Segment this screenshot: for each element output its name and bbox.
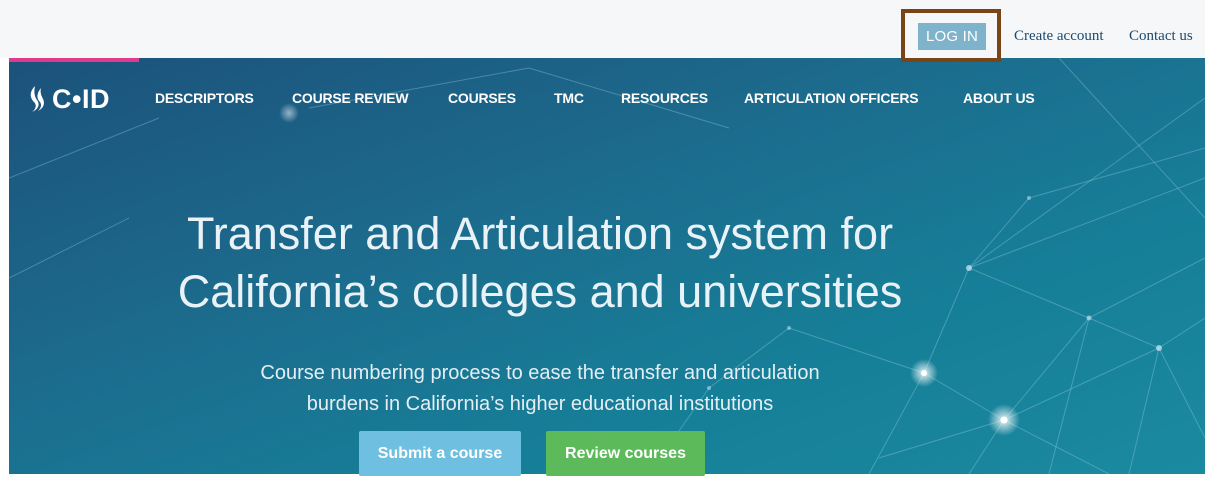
headline-line-1: Transfer and Articulation system for (186, 208, 894, 260)
headline-line-2: California’s colleges and universities (177, 266, 903, 318)
utility-bar: LOG IN Create account Contact us (0, 0, 1205, 62)
nav-articulation-officers[interactable]: ARTICULATION OFFICERS (744, 90, 919, 106)
nav-courses[interactable]: COURSES (448, 90, 516, 106)
logo-text: C•ID (52, 83, 110, 114)
nav-tmc[interactable]: TMC (554, 90, 584, 106)
flame-icon (30, 86, 44, 112)
subhead-line-2: burdens in California’s higher education… (306, 393, 774, 415)
login-button[interactable]: LOG IN (918, 23, 986, 50)
review-courses-button[interactable]: Review courses (546, 431, 705, 476)
hero-subheading: Course numbering process to ease the tra… (160, 358, 920, 420)
nav-resources[interactable]: RESOURCES (621, 90, 708, 106)
hero-headline: Transfer and Articulation system for Cal… (110, 205, 970, 321)
cid-logo[interactable]: C•ID (26, 84, 110, 114)
page: LOG IN Create account Contact us C•ID DE… (0, 0, 1205, 490)
nav-course-review[interactable]: COURSE REVIEW (292, 90, 409, 106)
active-accent-bar (9, 58, 139, 62)
subhead-line-1: Course numbering process to ease the tra… (260, 362, 820, 384)
submit-course-button[interactable]: Submit a course (359, 431, 521, 476)
nav-about-us[interactable]: ABOUT US (963, 90, 1035, 106)
contact-us-link[interactable]: Contact us (1129, 26, 1193, 46)
nav-descriptors[interactable]: DESCRIPTORS (155, 90, 254, 106)
create-account-link[interactable]: Create account (1014, 26, 1104, 46)
